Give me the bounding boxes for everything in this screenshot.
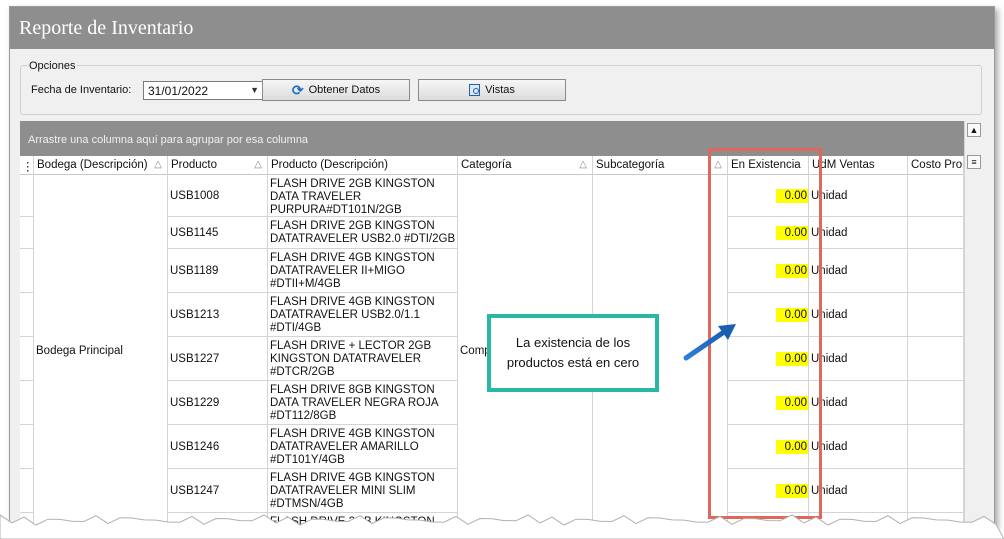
row-selector[interactable]	[20, 293, 34, 337]
obtener-datos-button[interactable]: ⟳ Obtener Datos	[262, 79, 410, 101]
sort-asc-icon: △	[254, 159, 262, 170]
col-header-udm[interactable]: UdM Ventas	[809, 156, 908, 175]
options-legend: Opciones	[27, 60, 78, 72]
product-code-cell[interactable]: USB1227	[168, 337, 268, 381]
udm-cell[interactable]: Unidad	[809, 293, 908, 337]
col-header-categoria[interactable]: Categoría △	[458, 156, 593, 175]
product-desc-cell[interactable]: FLASH DRIVE 4GB KINGSTON DATATRAVELER II…	[268, 249, 458, 293]
row-selector[interactable]	[20, 381, 34, 425]
product-desc-cell[interactable]: FLASH DRIVE 8GB KINGSTON DATA TRAVELER N…	[268, 381, 458, 425]
udm-cell[interactable]: Unidad	[809, 337, 908, 381]
vistas-button[interactable]: Vistas	[418, 79, 566, 101]
fecha-date-picker[interactable]: 31/01/2022 ▼	[143, 81, 263, 100]
product-code-cell[interactable]: USB1189	[168, 249, 268, 293]
product-code-cell[interactable]: USB1008	[168, 175, 268, 217]
row-selector[interactable]	[20, 425, 34, 469]
row-selector[interactable]	[20, 249, 34, 293]
arrow-icon	[683, 324, 736, 361]
udm-cell[interactable]: Unidad	[809, 175, 908, 217]
sort-asc-icon: △	[579, 159, 587, 170]
vistas-label: Vistas	[485, 84, 515, 96]
product-desc-cell[interactable]: FLASH DRIVE 4GB KINGSTON DATATRAVELER AM…	[268, 425, 458, 469]
group-by-hint: Arrastre una columna aquí para agrupar p…	[28, 134, 309, 146]
chevron-down-icon[interactable]: ▼	[250, 85, 259, 95]
window-title: Reporte de Inventario	[19, 17, 194, 39]
product-desc-cell[interactable]: FLASH DRIVE 2GB KINGSTON DATATRAVELER US…	[268, 217, 458, 249]
product-code-cell[interactable]: USB1145	[168, 217, 268, 249]
product-desc-cell[interactable]: FLASH DRIVE 4GB KINGSTON DATATRAVELER US…	[268, 293, 458, 337]
grid-menu-icon[interactable]: ≡	[967, 155, 981, 169]
sort-asc-icon: △	[154, 159, 162, 170]
fecha-value: 31/01/2022	[148, 84, 209, 98]
costo-cell[interactable]	[908, 249, 964, 293]
row-selector[interactable]	[20, 337, 34, 381]
product-code-cell[interactable]: USB1213	[168, 293, 268, 337]
col-header-bodega[interactable]: Bodega (Descripción) △	[34, 156, 168, 175]
product-code-cell[interactable]: USB1246	[168, 425, 268, 469]
costo-cell[interactable]	[908, 293, 964, 337]
scroll-up-icon[interactable]: ▲	[967, 123, 981, 137]
col-header-costo[interactable]: Costo Promedio	[908, 156, 964, 175]
costo-cell[interactable]	[908, 175, 964, 217]
title-bar: Reporte de Inventario	[10, 7, 994, 49]
udm-cell[interactable]: Unidad	[809, 425, 908, 469]
refresh-icon: ⟳	[291, 82, 304, 98]
costo-cell[interactable]	[908, 425, 964, 469]
costo-cell[interactable]	[908, 381, 964, 425]
costo-cell[interactable]	[908, 337, 964, 381]
product-code-cell[interactable]: USB1229	[168, 381, 268, 425]
col-header-producto[interactable]: Producto △	[168, 156, 268, 175]
column-chooser-icon[interactable]: ⋮≡	[20, 156, 34, 175]
grid-header: ⋮≡ Bodega (Descripción)△ Producto△ Produ…	[20, 156, 964, 175]
obtener-datos-label: Obtener Datos	[308, 84, 381, 96]
callout-note: La existencia de los productos está en c…	[487, 314, 659, 392]
udm-cell[interactable]: Unidad	[809, 249, 908, 293]
costo-cell[interactable]	[908, 217, 964, 249]
row-selector[interactable]	[20, 217, 34, 249]
product-desc-cell[interactable]: FLASH DRIVE 2GB KINGSTON DATA TRAVELER P…	[268, 175, 458, 217]
udm-cell[interactable]: Unidad	[809, 217, 908, 249]
udm-cell[interactable]: Unidad	[809, 381, 908, 425]
bodega-group-cell[interactable]: Bodega Principal	[34, 175, 168, 527]
col-header-producto-desc[interactable]: Producto (Descripción)	[268, 156, 458, 175]
torn-edge	[0, 514, 1004, 539]
vertical-scrollbar[interactable]: ▲ ≡	[964, 121, 983, 527]
view-icon	[469, 84, 481, 96]
product-desc-cell[interactable]: FLASH DRIVE + LECTOR 2GB KINGSTON DATATR…	[268, 337, 458, 381]
fecha-label: Fecha de Inventario:	[31, 84, 132, 96]
row-selector[interactable]	[20, 175, 34, 217]
group-by-panel[interactable]: Arrastre una columna aquí para agrupar p…	[20, 121, 964, 156]
report-window: Reporte de Inventario Opciones Fecha de …	[9, 6, 995, 528]
